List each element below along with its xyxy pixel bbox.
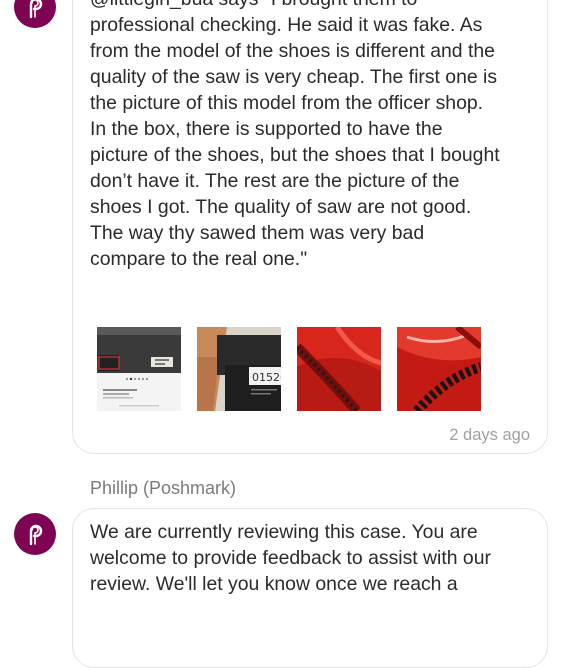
photo-thumbnail-3[interactable] bbox=[297, 327, 381, 411]
photo-thumbnail-2[interactable]: 01526 bbox=[197, 327, 281, 411]
photo-thumbnail-1[interactable] bbox=[97, 327, 181, 411]
poshmark-avatar[interactable] bbox=[14, 513, 56, 555]
comment-sender-name[interactable]: Phillip (Poshmark) bbox=[90, 478, 236, 499]
red-shoe-stitching-photo-icon bbox=[397, 327, 481, 411]
comment-text: @littlegirl_bua says "I brought them to … bbox=[90, 0, 500, 270]
comment-timestamp: 2 days ago bbox=[449, 426, 530, 444]
photo-thumbnail-4[interactable] bbox=[397, 327, 481, 411]
comment-bubble: @littlegirl_bua says "I brought them to … bbox=[72, 0, 548, 454]
photo-attachments: 01526 bbox=[97, 327, 481, 411]
product-listing-photo-icon bbox=[97, 327, 181, 411]
poshmark-logo-icon bbox=[29, 0, 43, 19]
shoe-box-label-photo-icon: 01526 bbox=[197, 327, 281, 411]
poshmark-avatar[interactable] bbox=[14, 0, 56, 28]
poshmark-logo-icon bbox=[29, 524, 43, 546]
box-label-number: 01526 bbox=[252, 371, 281, 384]
comment-text: We are currently reviewing this case. Yo… bbox=[90, 521, 491, 595]
comment-bubble: We are currently reviewing this case. Yo… bbox=[72, 508, 548, 668]
red-shoe-sole-photo-icon bbox=[297, 327, 381, 411]
